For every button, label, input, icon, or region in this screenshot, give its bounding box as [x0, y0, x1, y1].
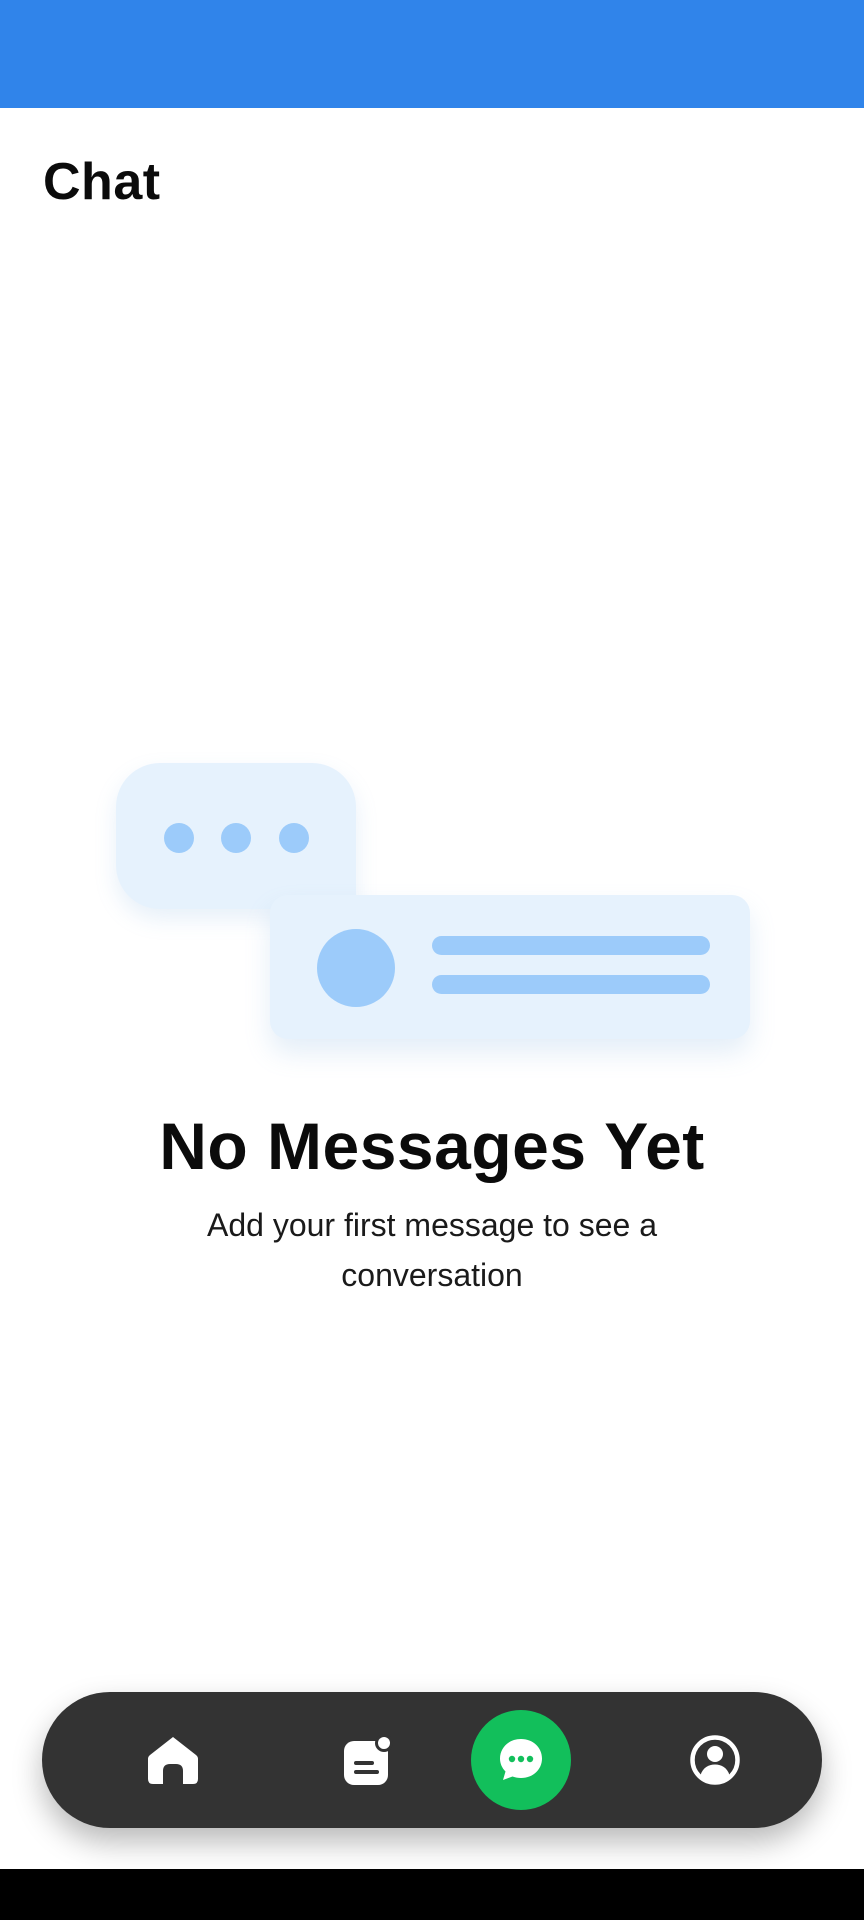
nav-item-chat[interactable] [471, 1710, 571, 1810]
text-line-placeholder [432, 975, 710, 994]
chat-screen: Chat No Messages Yet Add your first mess… [0, 0, 864, 1920]
system-navigation-bar [0, 1869, 864, 1920]
nav-item-notes[interactable] [317, 1710, 417, 1810]
status-bar [0, 0, 864, 108]
home-icon [148, 1737, 198, 1784]
typing-dot [221, 823, 251, 853]
typing-dot [279, 823, 309, 853]
chat-bubbles-illustration [110, 755, 760, 1055]
nav-item-profile[interactable] [665, 1710, 765, 1810]
bottom-navigation [42, 1692, 822, 1828]
typing-dot [164, 823, 194, 853]
notes-icon [344, 1734, 393, 1785]
empty-state-title: No Messages Yet [159, 1109, 705, 1183]
profile-icon [690, 1735, 740, 1785]
avatar-placeholder [317, 929, 395, 1007]
message-card-placeholder [270, 895, 750, 1039]
page-title: Chat [43, 153, 161, 211]
empty-state-subtitle: Add your first message to see a conversa… [207, 1207, 657, 1293]
text-line-placeholder [432, 936, 710, 955]
nav-item-home[interactable] [123, 1710, 223, 1810]
typing-bubble [116, 763, 356, 909]
chat-bubble-icon [500, 1739, 542, 1780]
